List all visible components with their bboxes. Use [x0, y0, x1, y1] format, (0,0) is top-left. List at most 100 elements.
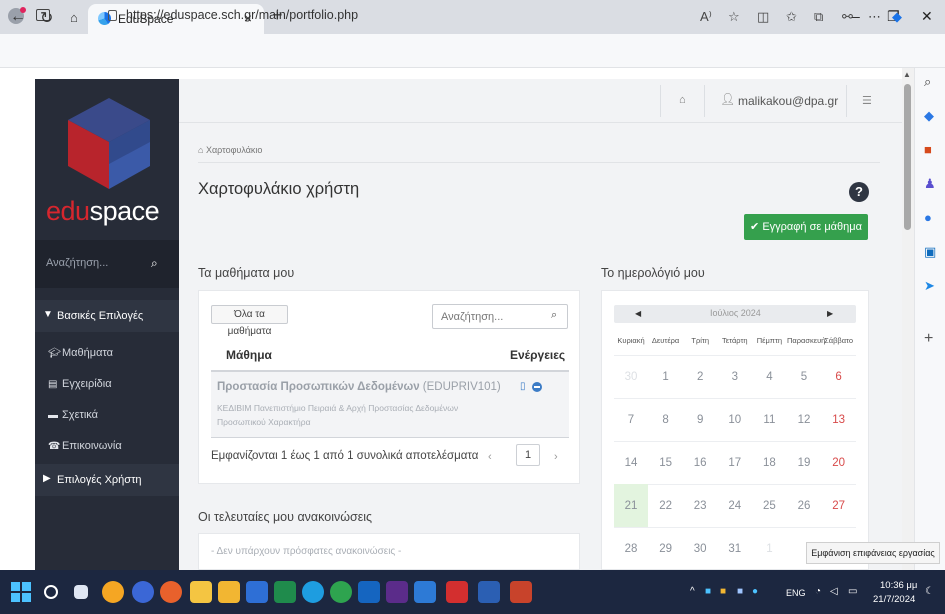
chrome-icon[interactable] [330, 581, 352, 603]
calendar-day[interactable]: 21 [614, 484, 648, 528]
people-icon[interactable]: ♟ [924, 176, 936, 192]
calendar-day[interactable]: 6 [822, 355, 856, 399]
calendar-day[interactable]: 15 [649, 441, 683, 485]
user-email[interactable]: malikakou@dpa.gr [738, 94, 838, 108]
calendar-day[interactable]: 7 [614, 398, 648, 442]
url-field[interactable]: https://eduspace.sch.gr/main/portfolio.p… [126, 8, 358, 22]
file-explorer-icon[interactable] [218, 581, 240, 603]
calendar-day[interactable]: 31 [718, 527, 752, 571]
add-icon[interactable]: + [924, 330, 933, 348]
taskbar-app-icon[interactable] [414, 581, 436, 603]
all-courses-filter-button[interactable]: Όλα τα μαθήματα [211, 305, 288, 337]
calendar-day[interactable]: 17 [718, 441, 752, 485]
user-icon[interactable]: 👤︎ [720, 92, 735, 106]
send-icon[interactable]: ➤ [924, 278, 935, 294]
tag-icon[interactable]: ◆ [924, 108, 934, 124]
acrobat-icon[interactable] [446, 581, 468, 603]
calendar-day[interactable]: 23 [683, 484, 717, 528]
firefox-icon[interactable] [160, 581, 182, 603]
calendar-day[interactable]: 8 [649, 398, 683, 442]
windows-start-icon[interactable] [11, 582, 31, 602]
excel-icon[interactable] [274, 581, 296, 603]
calendar-day[interactable]: 26 [787, 484, 821, 528]
search-icon[interactable]: ⌕ [924, 74, 931, 90]
tray-app-icon[interactable]: ● [752, 586, 758, 597]
course-link[interactable]: Προστασία Προσωπικών Δεδομένων (EDUPRIV1… [217, 381, 501, 393]
volume-icon[interactable]: ◁ [830, 586, 838, 597]
enroll-course-button[interactable]: ✔ Εγγραφή σε μάθημα [744, 214, 868, 240]
calendar-day[interactable]: 16 [683, 441, 717, 485]
word-icon[interactable] [478, 581, 500, 603]
sidebar-item-contact[interactable]: ☎ Επικοινωνία [48, 440, 122, 452]
split-screen-icon[interactable]: ◫ [757, 9, 769, 25]
calendar-day[interactable]: 30 [683, 527, 717, 571]
help-icon[interactable]: ? [849, 182, 869, 202]
calendar-day[interactable]: 25 [752, 484, 786, 528]
calendar-day[interactable]: 27 [822, 484, 856, 528]
favorite-star-icon[interactable]: ☆ [728, 9, 740, 25]
close-window-button[interactable]: ✕ [921, 8, 933, 25]
calendar-day[interactable]: 24 [718, 484, 752, 528]
calendar-day[interactable]: 5 [787, 355, 821, 399]
calendar-day[interactable]: 19 [787, 441, 821, 485]
calendar-day[interactable]: 11 [752, 398, 786, 442]
taskbar-search-icon[interactable] [44, 585, 58, 599]
circle-app-icon[interactable]: ● [924, 210, 932, 225]
column-header-course[interactable]: Μάθημα [226, 348, 272, 362]
sidebar-item-about[interactable]: ▬ Σχετικά [48, 409, 98, 421]
calendar-day[interactable]: 2 [683, 355, 717, 399]
pagination-prev-icon[interactable]: ‹ [488, 451, 492, 463]
tray-app-icon[interactable]: ■ [705, 586, 711, 597]
search-icon[interactable]: ⌕ [151, 256, 158, 271]
tray-app-icon[interactable]: ■ [720, 586, 726, 597]
sidebar-search-input[interactable]: Αναζήτηση... [46, 257, 108, 269]
minimize-button[interactable]: – [852, 8, 860, 24]
calendar-day[interactable]: 13 [822, 398, 856, 442]
calendar-day[interactable]: 1 [649, 355, 683, 399]
toolbox-icon[interactable]: ■ [924, 142, 932, 157]
sidebar-section-basic[interactable]: ▼ Βασικές Επιλογές [35, 300, 179, 332]
copilot-icon[interactable]: ◆ [892, 9, 902, 25]
collections-icon[interactable]: ⧉ [814, 9, 823, 25]
powerpoint-icon[interactable] [510, 581, 532, 603]
battery-icon[interactable]: ▭ [848, 586, 857, 597]
taskbar-app-icon[interactable] [190, 581, 212, 603]
pagination-next-icon[interactable]: › [554, 451, 558, 463]
scroll-up-icon[interactable]: ▲ [903, 70, 911, 79]
clock-time[interactable]: 10:36 μμ [880, 580, 917, 591]
taskbar-app-icon[interactable] [132, 581, 154, 603]
outlook-icon[interactable] [358, 581, 380, 603]
calendar-day[interactable]: 28 [614, 527, 648, 571]
mail-icon[interactable] [246, 581, 268, 603]
task-view-icon[interactable] [74, 585, 88, 599]
sidebar-item-courses[interactable]: 🎓︎Μαθήματα [48, 347, 113, 359]
tray-app-icon[interactable]: ■ [737, 586, 743, 597]
calendar-day[interactable]: 30 [614, 355, 648, 399]
tray-chevron-icon[interactable]: ^ [690, 586, 695, 597]
edge-icon[interactable] [302, 581, 324, 603]
home-page-icon[interactable]: ⌂ [70, 10, 78, 25]
settings-sliders-icon[interactable]: ☰ [862, 94, 872, 107]
calendar-day[interactable]: 12 [787, 398, 821, 442]
read-aloud-icon[interactable]: A⁾ [700, 9, 712, 25]
pagination-page[interactable]: 1 [516, 444, 540, 466]
calendar-day[interactable]: 10 [718, 398, 752, 442]
calendar-next-icon[interactable]: ▶ [827, 309, 833, 318]
taskbar-app-icon[interactable] [102, 581, 124, 603]
lock-icon[interactable] [108, 10, 117, 21]
notifications-icon[interactable]: ☾ [925, 586, 934, 597]
calendar-day[interactable]: 29 [649, 527, 683, 571]
extension-icon[interactable]: ⚯ [842, 9, 853, 25]
taskbar-app-icon[interactable] [386, 581, 408, 603]
favorites-icon[interactable]: ✩ [786, 9, 797, 25]
bookmark-icon[interactable]: ▯ [520, 381, 526, 392]
calendar-day[interactable]: 9 [683, 398, 717, 442]
scrollbar-thumb[interactable] [904, 84, 911, 230]
search-icon[interactable]: ⌕ [551, 309, 557, 322]
breadcrumb[interactable]: ⌂ Χαρτοφυλάκιο [198, 145, 262, 155]
calendar-day[interactable]: 20 [822, 441, 856, 485]
sidebar-item-manuals[interactable]: ▤ Εγχειρίδια [48, 378, 112, 390]
calendar-day[interactable]: 3 [718, 355, 752, 399]
language-indicator[interactable]: ENG [786, 588, 806, 598]
calendar-day[interactable]: 22 [649, 484, 683, 528]
